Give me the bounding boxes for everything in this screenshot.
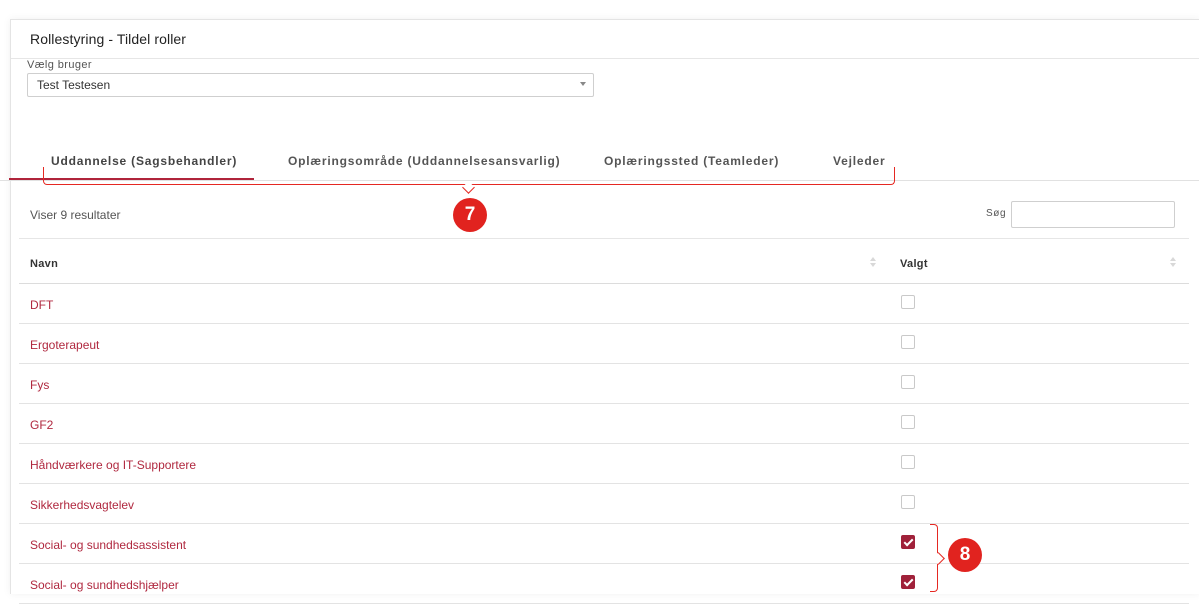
search-input[interactable] <box>1011 201 1175 228</box>
table-row: Håndværkere og IT-Supportere <box>19 444 1189 484</box>
table-row: GF2 <box>19 404 1189 444</box>
role-checkbox[interactable] <box>901 495 915 509</box>
table-row: DFT <box>19 284 1189 324</box>
table-row: Fys <box>19 364 1189 404</box>
table-row: Social- og sundhedshjælper <box>19 564 1189 604</box>
table-header: Navn Valgt <box>19 238 1189 284</box>
role-name-link[interactable]: Håndværkere og IT-Supportere <box>30 458 196 472</box>
table-row: Ergoterapeut <box>19 324 1189 364</box>
role-checkbox[interactable] <box>901 335 915 349</box>
roles-table: Navn Valgt DFT Ergoterapeut Fys GF2 Hånd… <box>19 238 1189 604</box>
role-name-link[interactable]: Ergoterapeut <box>30 338 99 352</box>
tab-uddannelse[interactable]: Uddannelse (Sagsbehandler) <box>51 154 237 168</box>
role-name-link[interactable]: DFT <box>30 298 53 312</box>
results-count: Viser 9 resultater <box>30 208 121 222</box>
column-header-valgt[interactable]: Valgt <box>900 258 928 270</box>
chevron-down-icon <box>580 82 586 86</box>
sort-icon[interactable] <box>870 257 876 267</box>
role-checkbox[interactable] <box>901 535 915 549</box>
user-select-dropdown[interactable]: Test Testesen <box>27 73 594 97</box>
column-header-navn[interactable]: Navn <box>30 258 58 270</box>
sort-icon[interactable] <box>1170 257 1176 267</box>
user-select-label: Vælg bruger <box>27 59 92 71</box>
role-name-link[interactable]: GF2 <box>30 418 53 432</box>
role-name-link[interactable]: Social- og sundhedshjælper <box>30 578 179 592</box>
table-row: Sikkerhedsvagtelev <box>19 484 1189 524</box>
tab-vejleder[interactable]: Vejleder <box>833 154 885 168</box>
role-checkbox[interactable] <box>901 455 915 469</box>
role-checkbox[interactable] <box>901 575 915 589</box>
page-title: Rollestyring - Tildel roller <box>30 31 187 47</box>
panel-header: Rollestyring - Tildel roller <box>11 20 1199 59</box>
role-checkbox[interactable] <box>901 375 915 389</box>
tab-oplaeringssted[interactable]: Oplæringssted (Teamleder) <box>604 154 779 168</box>
table-row: Social- og sundhedsassistent <box>19 524 1189 564</box>
role-name-link[interactable]: Social- og sundhedsassistent <box>30 538 186 552</box>
tab-oplaeringsomraade[interactable]: Oplæringsområde (Uddannelsesansvarlig) <box>288 154 560 168</box>
role-checkbox[interactable] <box>901 295 915 309</box>
annotation-callout-8: 8 <box>948 538 982 572</box>
search-label: Søg <box>986 208 1007 219</box>
role-name-link[interactable]: Sikkerhedsvagtelev <box>30 498 134 512</box>
annotation-callout-7: 7 <box>453 198 487 232</box>
user-select-value: Test Testesen <box>37 78 111 92</box>
role-name-link[interactable]: Fys <box>30 378 49 392</box>
role-checkbox[interactable] <box>901 415 915 429</box>
